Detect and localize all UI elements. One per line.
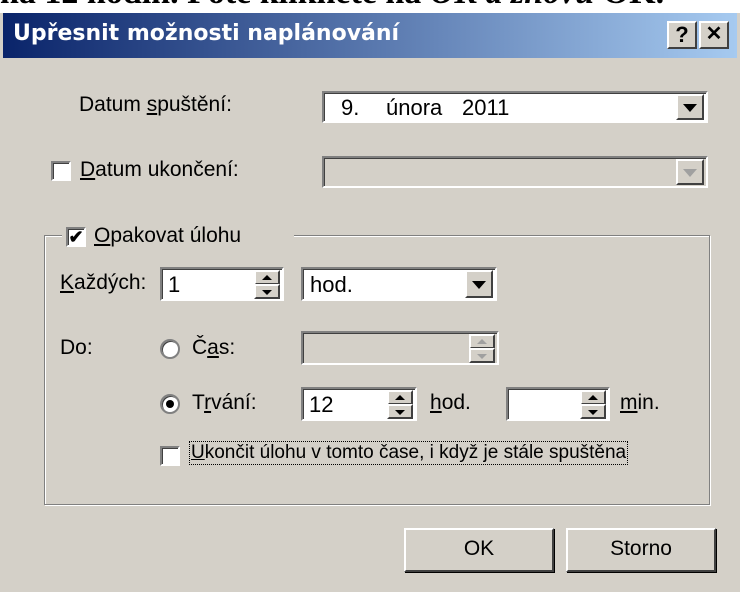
repeat-task-checkbox[interactable]: ✔: [66, 227, 86, 247]
help-button[interactable]: ?: [667, 21, 697, 49]
stop-task-label: Ukončit úlohu v tomto čase, i když je st…: [188, 441, 629, 465]
every-stepper[interactable]: 1: [160, 267, 284, 301]
start-date-label-hotkey: s: [146, 93, 158, 116]
time-label-pre: Č: [192, 336, 208, 359]
start-date-label-post: puštění:: [157, 93, 232, 116]
chevron-down-icon: [472, 281, 486, 289]
stop-task-checkbox[interactable]: [160, 446, 180, 466]
duration-label-pre: T: [192, 391, 205, 414]
duration-label: Trvání:: [192, 391, 257, 415]
minutes-spin-down[interactable]: [580, 404, 606, 419]
end-date-picker[interactable]: [322, 156, 708, 188]
spin-down-icon: [477, 354, 487, 359]
close-icon: ✕: [705, 23, 723, 45]
spin-up-icon: [477, 339, 487, 344]
time-spin-up[interactable]: [469, 334, 495, 349]
spin-up-icon: [588, 395, 598, 400]
scheduling-dialog: Upřesnit možnosti naplánování ? ✕ Datum …: [0, 13, 740, 592]
start-date-picker[interactable]: 9. února 2011: [322, 91, 708, 123]
minutes-label: min.: [620, 391, 660, 415]
minutes-label-post: in.: [637, 391, 660, 414]
spin-down-icon: [262, 290, 272, 295]
ok-button[interactable]: OK: [404, 528, 554, 572]
duration-hours-stepper[interactable]: 12: [301, 387, 417, 421]
duration-radio[interactable]: [160, 394, 180, 414]
duration-minutes-stepper[interactable]: [506, 387, 610, 421]
duration-label-post: vání:: [211, 391, 257, 414]
hours-spin-up[interactable]: [387, 390, 413, 405]
time-spin-down[interactable]: [469, 348, 495, 363]
minutes-label-hotkey: m: [620, 391, 638, 414]
every-label-post: aždých:: [74, 271, 147, 294]
doc-text-middle: a znovu: [477, 0, 603, 11]
minutes-spin-up[interactable]: [580, 390, 606, 405]
unit-dropdown-button[interactable]: [465, 270, 493, 298]
time-label-hotkey: a: [207, 336, 219, 359]
start-date-day[interactable]: 9.: [341, 95, 359, 121]
doc-text-ok: OK: [430, 0, 477, 11]
doc-text-prefix: na 12 hodin. Poté klikněte na: [0, 0, 430, 11]
time-label: Čas:: [192, 336, 235, 360]
cancel-button[interactable]: Storno: [566, 528, 716, 572]
duration-hours-input[interactable]: 12: [309, 392, 333, 418]
time-stepper[interactable]: [301, 331, 499, 365]
start-date-label: Datum spuštění:: [79, 93, 232, 117]
every-spin-up[interactable]: [254, 270, 280, 285]
start-date-month[interactable]: února: [386, 95, 442, 121]
title-bar[interactable]: Upřesnit možnosti naplánování ? ✕: [3, 13, 737, 58]
chevron-down-icon: [683, 169, 697, 177]
time-label-post: s:: [218, 336, 236, 359]
chevron-down-icon: [683, 104, 697, 112]
check-icon: ✔: [68, 227, 84, 247]
hours-label-post: od.: [441, 391, 471, 414]
until-label: Do:: [60, 336, 93, 359]
repeat-task-legend: ✔ Opakovat úlohu: [62, 222, 294, 250]
spin-down-icon: [395, 410, 405, 415]
start-date-dropdown-button[interactable]: [676, 94, 704, 120]
repeat-task-label: Opakovat úlohu: [94, 224, 241, 248]
spin-up-icon: [262, 275, 272, 280]
repeat-task-label-post: pakovat úlohu: [110, 224, 242, 247]
unit-select[interactable]: hod.: [301, 267, 497, 301]
every-input[interactable]: 1: [168, 272, 180, 298]
every-label-hotkey: K: [60, 271, 75, 294]
end-date-label-hotkey: D: [80, 158, 96, 181]
hours-label-hotkey: h: [430, 391, 442, 414]
dialog-title: Upřesnit možnosti naplánování: [13, 21, 400, 46]
end-date-dropdown-button[interactable]: [676, 159, 704, 185]
duration-label-hotkey: r: [204, 391, 212, 414]
radio-selected-icon: [166, 400, 174, 408]
stop-task-label-hotkey: U: [191, 442, 205, 463]
end-date-label: Datum ukončení:: [80, 158, 239, 182]
time-radio[interactable]: [160, 339, 180, 359]
end-date-label-post: atum ukončení:: [95, 158, 239, 181]
every-label: Každých:: [60, 271, 146, 295]
document-text: na 12 hodin. Poté klikněte na OK a znovu…: [0, 0, 740, 13]
repeat-task-label-hotkey: O: [94, 224, 111, 247]
close-button[interactable]: ✕: [699, 21, 729, 49]
doc-text-ok2: OK.: [603, 0, 664, 11]
start-date-year[interactable]: 2011: [462, 95, 509, 121]
unit-value: hod.: [310, 272, 353, 297]
spin-up-icon: [395, 395, 405, 400]
hours-spin-down[interactable]: [387, 404, 413, 419]
hours-label: hod.: [430, 391, 471, 415]
end-date-checkbox[interactable]: [51, 161, 71, 181]
start-date-label-pre: Datum: [79, 93, 147, 116]
spin-down-icon: [588, 410, 598, 415]
every-spin-down[interactable]: [254, 284, 280, 299]
stop-task-label-post: končit úlohu v tomto čase, i když je stá…: [204, 442, 627, 463]
